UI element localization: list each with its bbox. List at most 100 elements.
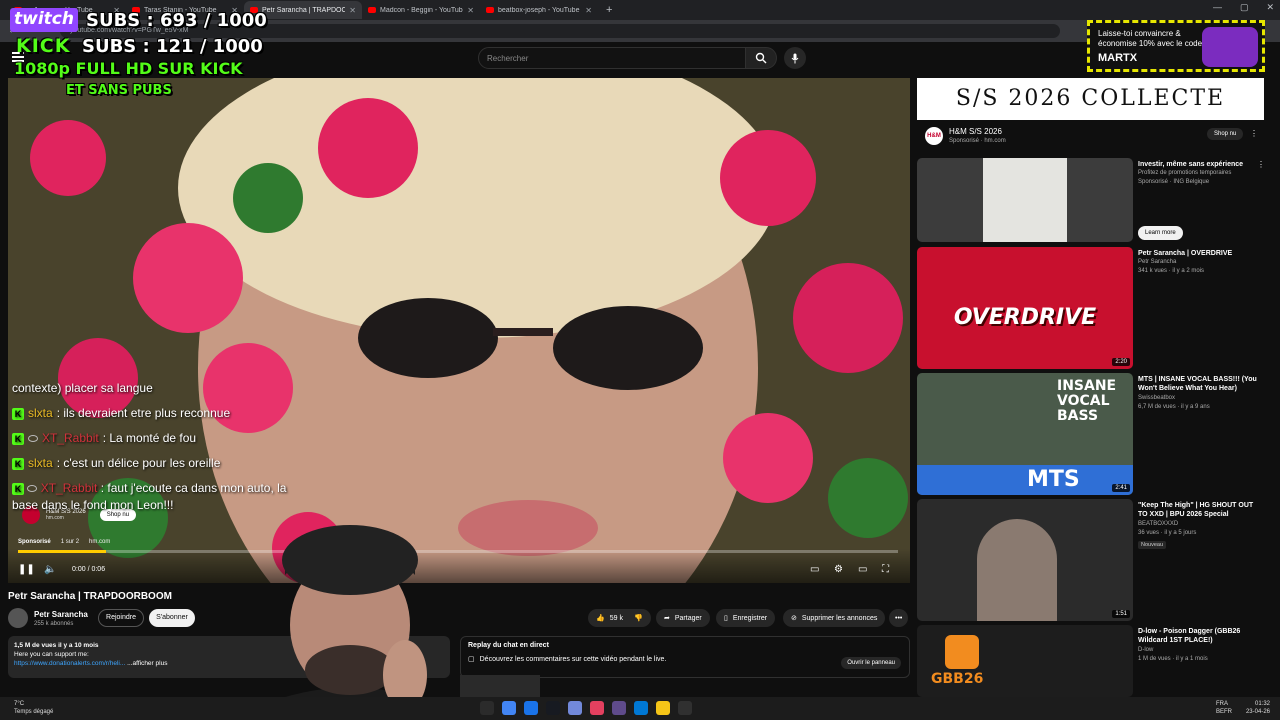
ad-count: 1 sur 2 <box>60 539 80 545</box>
webcam-overlay <box>190 505 550 720</box>
voice-search-button[interactable] <box>784 47 806 69</box>
app-icon[interactable] <box>612 701 626 715</box>
theater-icon[interactable]: ▭ <box>858 564 867 575</box>
browser-tab[interactable]: Madcon - Beggin - YouTube ✕ <box>362 1 480 19</box>
sidebar-item[interactable]: OVERDRIVE 2:20 Petr Sarancha | OVERDRIVE… <box>917 247 1265 369</box>
video-duration: 1:51 <box>1112 610 1130 618</box>
video-duration: 2:41 <box>1112 484 1130 492</box>
thumbnail <box>917 158 1133 242</box>
new-badge: Nouveau <box>1138 541 1167 549</box>
volume-icon[interactable]: 🔈 <box>44 564 56 575</box>
video-duration: 2:20 <box>1112 358 1130 366</box>
more-vert-icon[interactable]: ⋮ <box>1250 129 1258 138</box>
join-button[interactable]: Rejoindre <box>98 609 144 627</box>
app-icon[interactable] <box>590 701 604 715</box>
chat-text: : ils devraient etre plus reconnue <box>56 406 231 420</box>
window-controls: — ▢ ✕ <box>1213 2 1274 13</box>
chat-username: slxta <box>28 456 53 470</box>
more-vert-icon[interactable]: ⋮ <box>1257 160 1265 169</box>
sidebar-item[interactable]: GBB26 D-low - Poison Dagger (GBB26 Wildc… <box>917 625 1265 697</box>
lang-region: BEFR <box>1215 709 1232 715</box>
rec-meta: 341 k vues · il y a 2 mois <box>1138 268 1205 274</box>
rec-meta: 36 vues · il y a 5 jours <box>1138 530 1197 536</box>
kick-badge-icon: K <box>12 432 24 445</box>
clock[interactable]: 01:32 23-04-26 <box>1246 700 1270 716</box>
rec-title: Investir, même sans expérience <box>1138 161 1244 168</box>
ad-sponsored-label: Sponsorisé <box>18 539 51 545</box>
description-link[interactable]: https://www.donationalerts.com/r/heli... <box>14 660 125 667</box>
fullscreen-icon[interactable]: ⛶ <box>882 564 889 575</box>
stream-chat-overlay: contexte) placer sa langue K slxta : ils… <box>12 376 312 514</box>
like-count[interactable]: 59 k <box>610 615 623 622</box>
rec-channel: BEATBOXXXD <box>1138 521 1179 527</box>
rec-channel: Petr Sarancha <box>1138 259 1177 265</box>
kick-subs-counter: SUBS : 121 / 1000 <box>82 36 263 57</box>
app-icon[interactable] <box>678 701 692 715</box>
like-dislike-group: 👍 59 k 👎 <box>588 609 651 627</box>
dislike-icon[interactable]: 👎 <box>634 614 643 622</box>
learn-more-button[interactable]: Learn more <box>1138 226 1183 240</box>
close-window-icon[interactable]: ✕ <box>1266 2 1274 13</box>
sidebar-item[interactable]: MTS INSANE VOCAL BASS 2:41 MTS | INSANE … <box>917 373 1265 495</box>
kick-badge-icon: K <box>12 457 24 470</box>
like-icon[interactable]: 👍 <box>596 614 605 622</box>
remove-ads-button[interactable]: ⊘ Supprimer les annonces <box>783 609 886 627</box>
search-input[interactable]: Rechercher <box>478 47 746 69</box>
show-more-link[interactable]: ...afficher plus <box>127 660 167 667</box>
steam-icon[interactable] <box>546 701 560 715</box>
kick-quality-text: 1080p FULL HD SUR KICK <box>14 59 243 78</box>
edge-icon[interactable] <box>634 701 648 715</box>
maximize-icon[interactable]: ▢ <box>1240 2 1249 13</box>
chat-username: XT_Rabbit <box>40 481 98 495</box>
thumbnail-text: OVERDRIVE <box>953 305 1097 330</box>
search-button[interactable] <box>745 47 777 69</box>
ad-info: Sponsorisé 1 sur 2 hm.com <box>18 539 110 545</box>
lang-code: FRA <box>1215 701 1228 707</box>
weather-temp: 7°C <box>14 701 25 707</box>
hm-ad-row[interactable]: H&M H&M S/S 2026 Sponsorisé · hm.com Sho… <box>917 122 1264 152</box>
kick-badge-icon: K <box>12 483 24 495</box>
close-icon[interactable]: ✕ <box>349 6 356 15</box>
pause-icon[interactable]: ❚❚ <box>18 564 35 575</box>
new-tab-icon[interactable]: + <box>598 4 620 16</box>
close-icon[interactable]: ✕ <box>467 6 474 15</box>
rec-title: "Keep The High" | HG SHOUT OUT TO XXD | … <box>1138 502 1254 518</box>
ad-domain: hm.com <box>46 515 64 521</box>
tab-label: beatbox-joseph - YouTube <box>498 6 580 14</box>
sidebar-sponsored-item[interactable]: Investir, même sans expérience Profitez … <box>917 158 1265 242</box>
open-panel-button[interactable]: Ouvrir le panneau <box>841 657 901 669</box>
thumbnail: MTS INSANE VOCAL BASS 2:41 <box>917 373 1133 495</box>
channel-avatar[interactable] <box>8 608 28 628</box>
ad-site[interactable]: hm.com <box>89 539 110 545</box>
minimize-icon[interactable]: — <box>1213 2 1222 13</box>
sidebar-item[interactable]: 1:51 "Keep The High" | HG SHOUT OUT TO X… <box>917 499 1265 621</box>
share-button[interactable]: ➦ Partager <box>656 609 710 627</box>
chrome-icon[interactable] <box>502 701 516 715</box>
taskbar: 7°C Temps dégagé FRA BEFR 01:32 23-04-26 <box>0 697 1280 720</box>
subtitles-icon[interactable]: ▭ <box>810 564 819 575</box>
save-button[interactable]: ▯ Enregistrer <box>716 609 776 627</box>
hm-shop-button[interactable]: Shop nu <box>1207 128 1244 140</box>
chat-text: contexte) placer sa langue <box>12 381 153 395</box>
clock-date: 23-04-26 <box>1245 709 1270 715</box>
rec-meta: 6,7 M de vues · il y a 9 ans <box>1138 404 1210 410</box>
browser-tab[interactable]: beatbox-joseph - YouTube ✕ <box>480 1 598 19</box>
settings-icon[interactable]: ⚙ <box>834 564 843 575</box>
more-button[interactable]: ••• <box>889 609 909 627</box>
rec-channel: Swissbeatbox <box>1138 395 1176 401</box>
block-icon: ⊘ <box>791 615 797 622</box>
subscribe-button[interactable]: S'abonner <box>149 609 195 627</box>
chat-text: : c'est un délice pour les oreille <box>56 456 221 470</box>
kick-nopubs-text: ET SANS PUBS <box>66 83 172 98</box>
close-icon[interactable]: ✕ <box>585 6 592 15</box>
channel-name[interactable]: Petr Sarancha <box>34 610 88 619</box>
language-indicator[interactable]: FRA BEFR <box>1216 700 1232 716</box>
folder-icon[interactable] <box>656 701 670 715</box>
hm-ad-banner[interactable]: S/S 2026 COLLECTE <box>917 78 1264 120</box>
app-icon[interactable] <box>524 701 538 715</box>
tab-label: Madcon - Beggin - YouTube <box>380 6 464 14</box>
weather-desc: Temps dégagé <box>14 709 54 715</box>
weather-widget[interactable]: 7°C Temps dégagé <box>14 700 53 716</box>
app-icon[interactable] <box>480 701 494 715</box>
discord-icon[interactable] <box>568 701 582 715</box>
